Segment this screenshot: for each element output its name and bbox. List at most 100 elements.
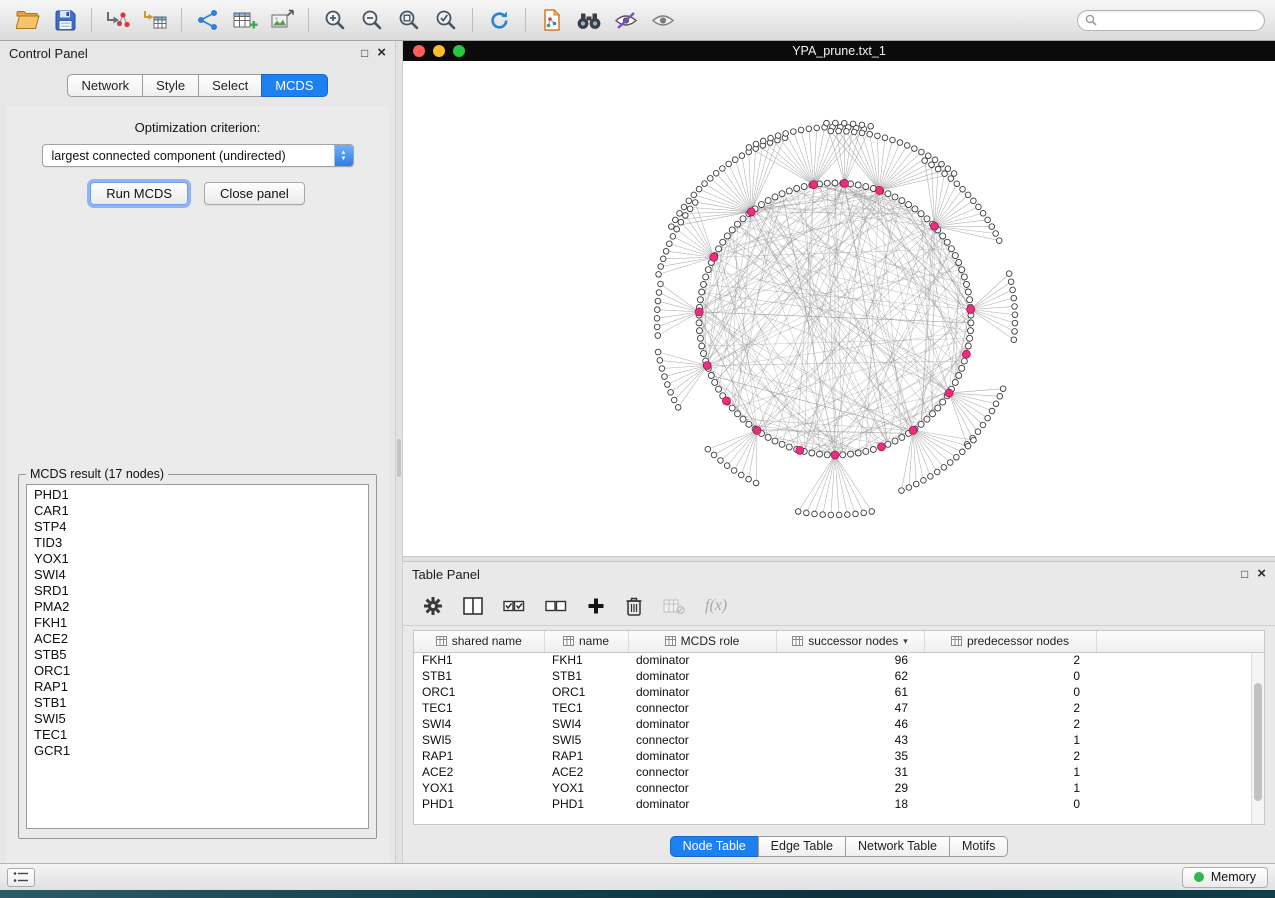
show-panels-button[interactable] bbox=[7, 868, 35, 887]
optimization-criterion-select[interactable]: largest connected component (undirected)… bbox=[42, 144, 354, 167]
show-all-button[interactable] bbox=[645, 5, 681, 35]
mcds-result-item[interactable]: SRD1 bbox=[27, 583, 368, 599]
mcds-result-item[interactable]: TID3 bbox=[27, 535, 368, 551]
export-image-button[interactable] bbox=[264, 5, 300, 35]
column-header-MCDS-role[interactable]: MCDS role bbox=[628, 631, 776, 652]
column-type-icon bbox=[792, 636, 803, 646]
import-network-button[interactable] bbox=[100, 5, 136, 35]
tab-select[interactable]: Select bbox=[198, 74, 262, 97]
table-row[interactable]: ORC1ORC1dominator610 bbox=[414, 684, 1264, 700]
mcds-result-item[interactable]: PMA2 bbox=[27, 599, 368, 615]
memory-label: Memory bbox=[1211, 870, 1256, 884]
mcds-result-item[interactable]: YOX1 bbox=[27, 551, 368, 567]
zoom-selected-button[interactable] bbox=[428, 5, 464, 35]
tab-network[interactable]: Network bbox=[67, 74, 143, 97]
table-scrollbar-thumb[interactable] bbox=[1254, 683, 1262, 801]
zoom-fit-button[interactable] bbox=[391, 5, 427, 35]
tab-node-table[interactable]: Node Table bbox=[670, 836, 759, 857]
export-network-button[interactable] bbox=[534, 5, 570, 35]
mcds-result-item[interactable]: GCR1 bbox=[27, 743, 368, 759]
cell-shared_name: STB1 bbox=[414, 668, 544, 684]
search-field[interactable] bbox=[1077, 10, 1265, 31]
mcds-result-item[interactable]: STP4 bbox=[27, 519, 368, 535]
mcds-result-item[interactable]: CAR1 bbox=[27, 503, 368, 519]
table-row[interactable]: RAP1RAP1dominator352 bbox=[414, 748, 1264, 764]
column-header-successor-nodes[interactable]: successor nodes▾ bbox=[776, 631, 924, 652]
mcds-result-item[interactable]: PHD1 bbox=[27, 487, 368, 503]
close-window-icon[interactable] bbox=[413, 45, 425, 57]
mcds-result-item[interactable]: SWI5 bbox=[27, 711, 368, 727]
close-panel-button[interactable]: Close panel bbox=[204, 182, 305, 205]
cell-name: SWI4 bbox=[544, 716, 628, 732]
control-panel: Control Panel □ × NetworkStyleSelectMCDS… bbox=[0, 41, 395, 863]
show-columns-button[interactable] bbox=[463, 597, 483, 615]
search-input[interactable] bbox=[1102, 12, 1257, 28]
mcds-result-list[interactable]: PHD1CAR1STP4TID3YOX1SWI4SRD1PMA2FKH1ACE2… bbox=[26, 484, 369, 829]
mcds-result-item[interactable]: STB1 bbox=[27, 695, 368, 711]
cell-shared_name: SWI5 bbox=[414, 732, 544, 748]
table-row[interactable]: SWI5SWI5connector431 bbox=[414, 732, 1264, 748]
table-row[interactable]: PHD1PHD1dominator180 bbox=[414, 796, 1264, 812]
save-session-button[interactable] bbox=[47, 5, 83, 35]
table-row[interactable]: SWI4SWI4dominator462 bbox=[414, 716, 1264, 732]
mcds-result-item[interactable]: STB5 bbox=[27, 647, 368, 663]
network-canvas[interactable] bbox=[403, 61, 1275, 556]
maximize-window-icon[interactable] bbox=[453, 45, 465, 57]
splitter-handle[interactable] bbox=[397, 439, 401, 477]
cell-shared_name: PHD1 bbox=[414, 796, 544, 812]
mcds-result-item[interactable]: RAP1 bbox=[27, 679, 368, 695]
refresh-layout-button[interactable] bbox=[481, 5, 517, 35]
table-row[interactable]: STB1STB1dominator620 bbox=[414, 668, 1264, 684]
window-controls bbox=[403, 45, 465, 57]
vertical-splitter[interactable] bbox=[395, 41, 403, 863]
tab-mcds[interactable]: MCDS bbox=[261, 74, 327, 97]
memory-button[interactable]: Memory bbox=[1182, 867, 1268, 888]
table-row[interactable]: ACE2ACE2connector311 bbox=[414, 764, 1264, 780]
find-button[interactable] bbox=[571, 5, 607, 35]
mcds-result-groupbox: MCDS result (17 nodes) PHD1CAR1STP4TID3Y… bbox=[18, 467, 377, 839]
toolbar-separator bbox=[308, 8, 309, 32]
run-mcds-button[interactable]: Run MCDS bbox=[90, 182, 188, 205]
new-table-button[interactable] bbox=[227, 5, 263, 35]
tab-edge-table[interactable]: Edge Table bbox=[758, 836, 846, 857]
table-row[interactable]: YOX1YOX1connector291 bbox=[414, 780, 1264, 796]
minimize-window-icon[interactable] bbox=[433, 45, 445, 57]
deselect-all-button[interactable] bbox=[545, 597, 567, 615]
tab-network-table[interactable]: Network Table bbox=[845, 836, 950, 857]
mcds-result-item[interactable]: SWI4 bbox=[27, 567, 368, 583]
desktop-wallpaper-strip bbox=[0, 890, 1275, 898]
add-column-button[interactable] bbox=[587, 597, 605, 615]
cell-filler bbox=[1096, 684, 1264, 700]
mcds-result-item[interactable]: ORC1 bbox=[27, 663, 368, 679]
column-header-shared-name[interactable]: shared name bbox=[414, 631, 544, 652]
hide-selected-button[interactable] bbox=[608, 5, 644, 35]
open-file-button[interactable] bbox=[10, 5, 46, 35]
delete-column-button[interactable] bbox=[625, 596, 643, 616]
zoom-out-button[interactable] bbox=[354, 5, 390, 35]
float-panel-icon[interactable]: □ bbox=[361, 47, 368, 59]
column-header-predecessor-nodes[interactable]: predecessor nodes bbox=[924, 631, 1096, 652]
mcds-result-item[interactable]: TEC1 bbox=[27, 727, 368, 743]
mcds-result-item[interactable]: FKH1 bbox=[27, 615, 368, 631]
close-table-panel-icon[interactable]: × bbox=[1257, 568, 1266, 580]
tab-style[interactable]: Style bbox=[142, 74, 199, 97]
close-panel-icon[interactable]: × bbox=[377, 47, 386, 59]
dropdown-stepper-icon: ▲▼ bbox=[334, 145, 353, 166]
import-table-button[interactable] bbox=[137, 5, 173, 35]
column-header-name[interactable]: name bbox=[544, 631, 628, 652]
network-graph bbox=[403, 61, 1275, 556]
toolbar-search-area bbox=[1077, 10, 1265, 31]
select-all-button[interactable] bbox=[503, 597, 525, 615]
zoom-in-button[interactable] bbox=[317, 5, 353, 35]
new-network-button[interactable] bbox=[190, 5, 226, 35]
mcds-result-item[interactable]: ACE2 bbox=[27, 631, 368, 647]
tab-motifs[interactable]: Motifs bbox=[949, 836, 1008, 857]
table-settings-button[interactable] bbox=[423, 596, 443, 616]
table-row[interactable]: TEC1TEC1connector472 bbox=[414, 700, 1264, 716]
cell-successor_nodes: 46 bbox=[776, 716, 924, 732]
table-scrollbar[interactable] bbox=[1251, 653, 1264, 824]
cell-predecessor_nodes: 1 bbox=[924, 764, 1096, 780]
cell-filler bbox=[1096, 780, 1264, 796]
float-table-panel-icon[interactable]: □ bbox=[1241, 568, 1248, 580]
table-row[interactable]: FKH1FKH1dominator962 bbox=[414, 652, 1264, 668]
